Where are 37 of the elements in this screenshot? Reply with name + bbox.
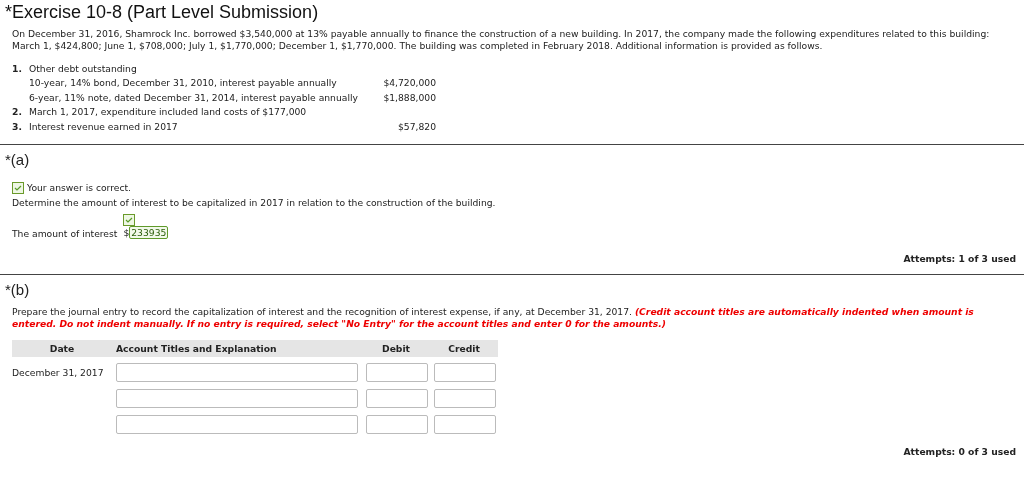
info-label: 6-year, 11% note, dated December 31, 2014, interest payable annually	[29, 91, 359, 103]
debit-field[interactable]	[366, 363, 428, 382]
part-heading: *(b)	[5, 280, 31, 298]
credit-field[interactable]	[434, 363, 496, 382]
feedback-text: Your answer is correct.	[27, 182, 131, 193]
question-text: Prepare the journal entry to record the capitalization of interest and the recognition of interest expense, if any, at December 31, 2017. (Credit account titles are automatically indented when amount is entered. Do not indent manually. If no entry is required, select "No Entry" for the account titles and enter 0 for the amounts.)	[12, 305, 975, 330]
info-amount: $57,820	[397, 120, 436, 132]
account-field[interactable]	[116, 415, 358, 434]
list-number: 1.	[12, 62, 23, 74]
info-amount: $1,888,000	[382, 91, 436, 103]
column-header: Account Titles and Explanation	[112, 339, 362, 357]
problem-text: On December 31, 2016, Shamrock Inc. borrowed $3,540,000 at 13% payable annually to finance the construction of a new building. In 2017, the company made the following expenditures related to this building: March 1, $424,800; June 1, $708,000; July 1, $1,770,000; December 1, $1,770,000. The building was completed in February 2018. Additional information is provided as follows.	[12, 28, 991, 52]
credit-field[interactable]	[434, 415, 496, 434]
account-field[interactable]	[116, 389, 358, 408]
column-header: Credit	[430, 339, 498, 357]
answer-field[interactable]: 233935	[129, 225, 169, 239]
exercise-title: *Exercise 10-8 (Part Level Submission)	[5, 2, 320, 23]
credit-field[interactable]	[434, 389, 496, 408]
info-label: Interest revenue earned in 2017	[29, 120, 179, 132]
info-label: March 1, 2017, expenditure included land costs of $177,000	[29, 106, 308, 118]
answer-label: The amount of interest	[12, 227, 118, 239]
info-amount: $4,720,000	[382, 77, 436, 89]
list-number: 2.	[12, 106, 23, 118]
account-field[interactable]	[116, 363, 358, 382]
info-label: Other debt outstanding	[29, 62, 138, 74]
part-heading: *(a)	[5, 150, 31, 168]
column-header: Debit	[362, 339, 430, 357]
attempts-text: Attempts: 1 of 3 used	[902, 252, 1016, 264]
question-text: Determine the amount of interest to be capitalized in 2017 in relation to the construction of the building.	[12, 196, 497, 209]
currency-sign: $	[123, 226, 130, 238]
date-cell: December 31, 2017	[12, 367, 104, 378]
list-number: 3.	[12, 120, 23, 132]
info-label: 10-year, 14% bond, December 31, 2010, interest payable annually	[29, 77, 338, 89]
column-header: Date	[12, 339, 112, 357]
debit-field[interactable]	[366, 415, 428, 434]
attempts-text: Attempts: 0 of 3 used	[902, 445, 1016, 457]
debit-field[interactable]	[366, 389, 428, 408]
